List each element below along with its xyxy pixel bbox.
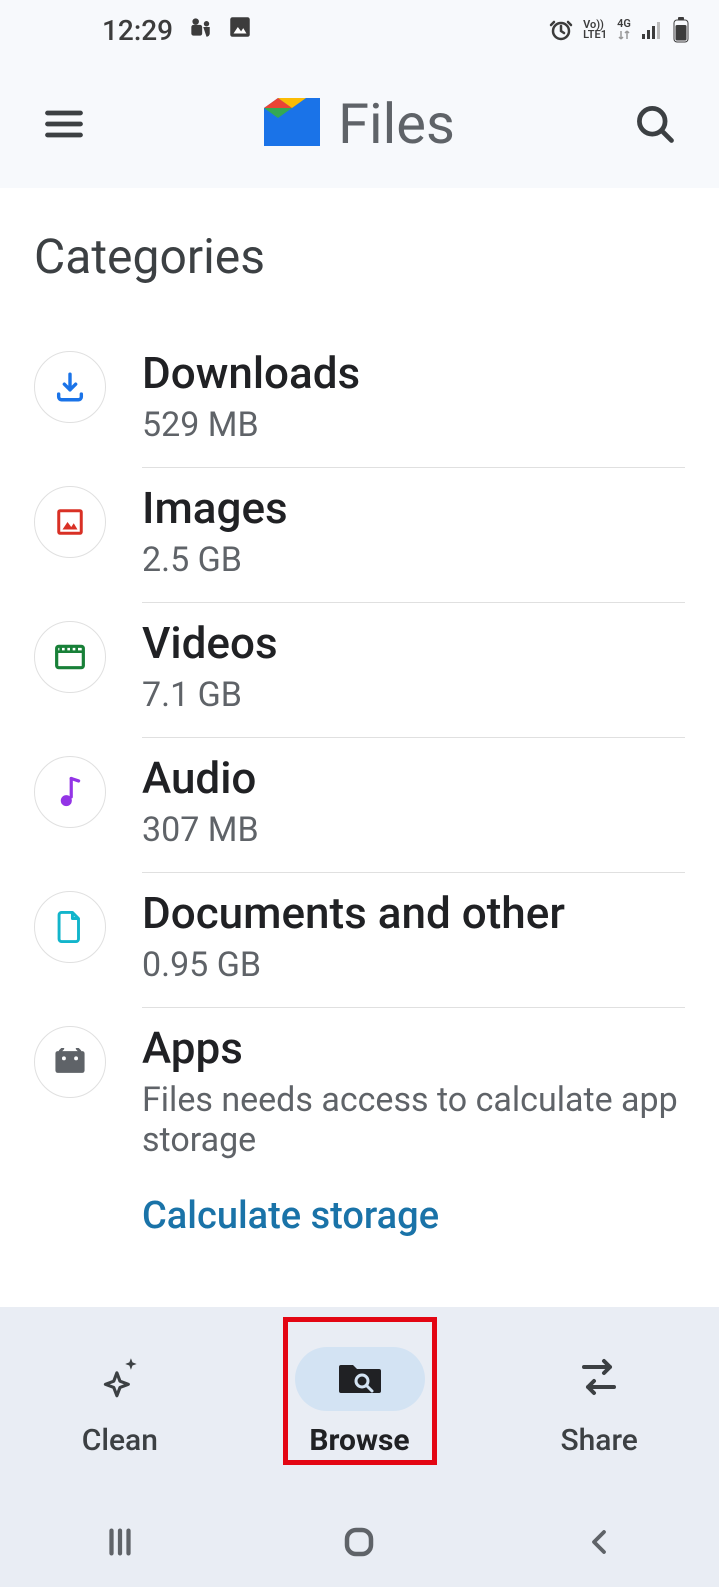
category-subtitle: Files needs access to calculate app stor… (142, 1080, 685, 1160)
status-time: 12:29 (102, 14, 173, 47)
category-name: Images (142, 482, 685, 534)
nav-label: Clean (82, 1423, 158, 1458)
category-name: Audio (142, 752, 685, 804)
search-icon (633, 102, 677, 146)
app-bar: Files (0, 60, 719, 188)
search-button[interactable] (625, 94, 685, 154)
status-lte: LTE1 (583, 30, 607, 40)
category-documents[interactable]: Documents and other 0.95 GB (34, 873, 685, 1008)
status-left: 12:29 (102, 14, 253, 47)
share-arrows-icon (574, 1355, 624, 1403)
category-images[interactable]: Images 2.5 GB (34, 468, 685, 603)
image-icon (34, 486, 106, 558)
back-icon (584, 1525, 614, 1559)
status-bar: 12:29 Vo)) LTE1 4G (0, 0, 719, 60)
recents-icon (103, 1525, 137, 1559)
nav-share[interactable]: Share (479, 1307, 719, 1497)
calculate-storage-link[interactable]: Calculate storage (142, 1166, 685, 1244)
category-name: Videos (142, 617, 685, 669)
status-right: Vo)) LTE1 4G (549, 17, 689, 43)
battery-icon (673, 17, 689, 43)
category-name: Downloads (142, 347, 685, 399)
home-icon (341, 1524, 377, 1560)
nav-label: Browse (309, 1423, 409, 1458)
nav-label: Share (560, 1423, 637, 1458)
bottom-nav: Clean Browse Share (0, 1307, 719, 1497)
sparkle-icon (95, 1352, 145, 1406)
category-size: 7.1 GB (142, 675, 685, 715)
hamburger-menu-button[interactable] (34, 94, 94, 154)
nav-clean[interactable]: Clean (0, 1307, 240, 1497)
category-size: 2.5 GB (142, 540, 685, 580)
category-audio[interactable]: Audio 307 MB (34, 738, 685, 873)
audio-icon (34, 756, 106, 828)
category-name: Apps (142, 1022, 685, 1074)
hamburger-icon (42, 102, 86, 146)
apps-icon (34, 1026, 106, 1098)
alarm-icon (549, 18, 573, 42)
download-icon (34, 351, 106, 423)
video-icon (34, 621, 106, 693)
category-size: 307 MB (142, 810, 685, 850)
folder-search-icon (336, 1357, 384, 1401)
back-button[interactable] (569, 1512, 629, 1572)
recents-button[interactable] (90, 1512, 150, 1572)
category-name: Documents and other (142, 887, 685, 939)
files-logo-icon (264, 98, 320, 150)
nav-browse[interactable]: Browse (240, 1307, 480, 1497)
teams-icon (187, 14, 213, 47)
data-arrows-icon (617, 29, 631, 41)
system-nav (0, 1497, 719, 1587)
status-net: 4G (617, 19, 631, 29)
category-downloads[interactable]: Downloads 529 MB (34, 333, 685, 468)
category-size: 529 MB (142, 405, 685, 445)
image-notif-icon (227, 14, 253, 47)
document-icon (34, 891, 106, 963)
app-title-wrap: Files (94, 91, 625, 157)
category-apps[interactable]: Apps Files needs access to calculate app… (34, 1008, 685, 1266)
category-size: 0.95 GB (142, 945, 685, 985)
category-videos[interactable]: Videos 7.1 GB (34, 603, 685, 738)
content: Categories Downloads 529 MB Images 2.5 G… (0, 188, 719, 1266)
app-title: Files (338, 91, 455, 157)
signal-icon (641, 20, 663, 40)
categories-heading: Categories (34, 188, 685, 333)
home-button[interactable] (329, 1512, 389, 1572)
